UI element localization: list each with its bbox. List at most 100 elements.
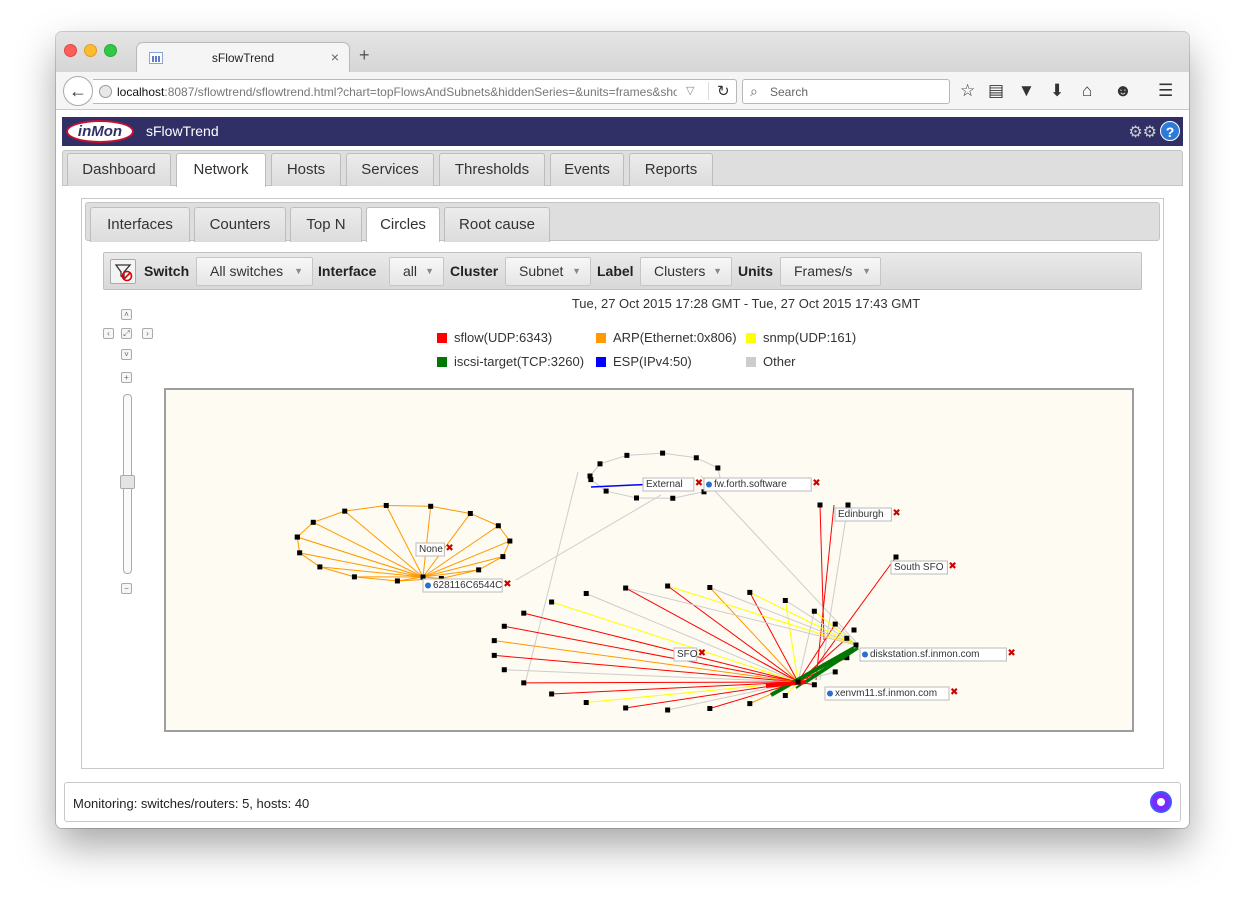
tab-dashboard[interactable]: Dashboard [67,153,171,186]
tab-services[interactable]: Services [346,153,434,186]
cluster-label-external[interactable]: External ✖ [642,477,703,492]
host-node [549,691,555,697]
host-node [817,502,823,508]
home-icon[interactable]: ⌂ [1082,81,1092,101]
new-tab-button[interactable]: + [359,46,370,64]
circles-graph-svg[interactable]: None ✖628116C6544C ✖External ✖ fw.forth.soft… [166,390,1132,730]
remove-icon[interactable]: ✖ [950,687,958,698]
legend-item-snmp[interactable]: snmp(UDP:161) [746,330,856,345]
units-select[interactable]: Frames/s ▼ [780,257,881,286]
menu-hamburger-icon[interactable]: ☰ [1158,81,1173,101]
search-field[interactable]: ⌕ Search [742,79,950,104]
reading-list-icon[interactable]: ▤ [988,81,1004,101]
zoom-in-icon[interactable]: + [121,372,132,383]
tab-counters[interactable]: Counters [194,207,286,242]
host-node [500,554,506,560]
address-bar[interactable]: localhost:8087/sflowtrend/sflowtrend.htm… [93,79,737,104]
pan-left-icon[interactable]: ‹ [103,328,114,339]
cluster-ring-segment [672,491,705,499]
remove-icon[interactable]: ✖ [892,508,900,519]
activity-indicator-icon[interactable] [1150,791,1172,813]
host-label-diskstation[interactable]: diskstation.sf.inmon.com ✖ [859,647,1016,662]
legend-item-iscsi[interactable]: iscsi-target(TCP:3260) [437,354,584,369]
tab-network[interactable]: Network [176,153,266,187]
app-header: inMon sFlowTrend ⚙⚙ ? [62,117,1183,146]
cluster-label-none[interactable]: None ✖ [415,542,454,557]
cluster-select[interactable]: Subnet ▼ [505,257,591,286]
node-label-text: External [646,479,683,490]
clear-filter-icon[interactable] [110,259,136,284]
remove-icon[interactable]: ✖ [1007,648,1015,659]
host-label-fw-forth-software[interactable]: fw.forth.software ✖ [703,477,821,492]
legend-swatch [746,357,756,367]
app-title: sFlowTrend [146,123,219,139]
host-label-628116c6544c[interactable]: 628116C6544C ✖ [422,578,512,593]
host-node [707,584,713,590]
node-label-text: 628116C6544C [433,580,502,591]
pan-up-icon[interactable]: ˄ [121,309,132,320]
cluster-label-south-sfo[interactable]: South SFO ✖ [890,560,957,575]
legend-item-esp[interactable]: ESP(IPv4:50) [596,354,692,369]
time-range: Tue, 27 Oct 2015 17:28 GMT - Tue, 27 Oct… [571,296,921,311]
maximize-window-button[interactable] [104,44,117,57]
units-label: Units [738,263,773,279]
interface-select[interactable]: all ▼ [389,257,444,286]
cluster-ring-segment [696,457,719,469]
host-node [588,477,594,483]
host-node [342,508,348,514]
cluster-label-sfo[interactable]: SFO ✖ [673,647,706,662]
close-window-button[interactable] [64,44,77,57]
cluster-label-edinburgh[interactable]: Edinburgh ✖ [834,507,901,522]
zoom-slider-handle[interactable] [120,475,135,489]
browser-tab-sflowtrend[interactable]: sFlowTrend × [136,42,350,73]
host-node [521,610,527,616]
host-node [844,635,850,641]
reload-icon[interactable]: ↻ [708,82,730,100]
bookmark-star-icon[interactable]: ☆ [960,81,975,101]
host-node [297,550,303,556]
tab-top-n[interactable]: Top N [290,207,362,242]
legend-item-sflow[interactable]: sflow(UDP:6343) [437,330,552,345]
back-button[interactable]: ← [63,76,93,106]
tab-events[interactable]: Events [550,153,624,186]
zoom-out-icon[interactable]: − [121,583,132,594]
flow-line [515,494,662,581]
pocket-icon[interactable]: ▼ [1018,81,1035,101]
remove-icon[interactable]: ✖ [445,543,453,554]
url-history-dropdown-icon[interactable]: ▽ [686,84,694,97]
label-select[interactable]: Clusters ▼ [640,257,732,286]
tab-reports[interactable]: Reports [629,153,713,186]
download-icon[interactable]: ⬇ [1050,81,1064,101]
remove-icon[interactable]: ✖ [695,478,703,489]
tab-hosts[interactable]: Hosts [271,153,341,186]
remove-icon[interactable]: ✖ [698,648,706,659]
tab-circles[interactable]: Circles [366,207,440,242]
settings-gear-icon[interactable]: ⚙⚙ [1128,122,1157,142]
url-text[interactable]: localhost:8087/sflowtrend/sflowtrend.htm… [117,85,677,99]
monitoring-status: Monitoring: switches/routers: 5, hosts: … [73,796,310,811]
interface-label: Interface [318,263,377,279]
tab-root-cause[interactable]: Root cause [444,207,550,242]
host-label-xenvm11[interactable]: xenvm11.sf.inmon.com ✖ [824,686,958,701]
close-tab-icon[interactable]: × [331,49,339,65]
cluster-ring-segment [470,513,499,527]
fit-view-icon[interactable]: ⤢ [121,328,132,339]
legend-item-other[interactable]: Other [746,354,796,369]
host-node [811,682,817,688]
legend-item-arp[interactable]: ARP(Ethernet:0x806) [596,330,737,345]
remove-icon[interactable]: ✖ [812,478,820,489]
host-node [782,597,788,603]
remove-icon[interactable]: ✖ [503,579,511,590]
help-icon[interactable]: ? [1160,121,1180,141]
pan-down-icon[interactable]: ˅ [121,349,132,360]
minimize-window-button[interactable] [84,44,97,57]
flow-line [709,587,857,646]
remove-icon[interactable]: ✖ [948,561,956,572]
smiley-icon[interactable]: ☻ [1114,81,1132,101]
circles-graph[interactable]: None ✖ 628116C6544C ✖ External ✖ fw.forth.soft… [164,388,1134,732]
tab-interfaces[interactable]: Interfaces [90,207,190,242]
host-node [853,642,859,648]
switch-select[interactable]: All switches ▼ [196,257,313,286]
pan-right-icon[interactable]: › [142,328,153,339]
tab-thresholds[interactable]: Thresholds [439,153,545,186]
